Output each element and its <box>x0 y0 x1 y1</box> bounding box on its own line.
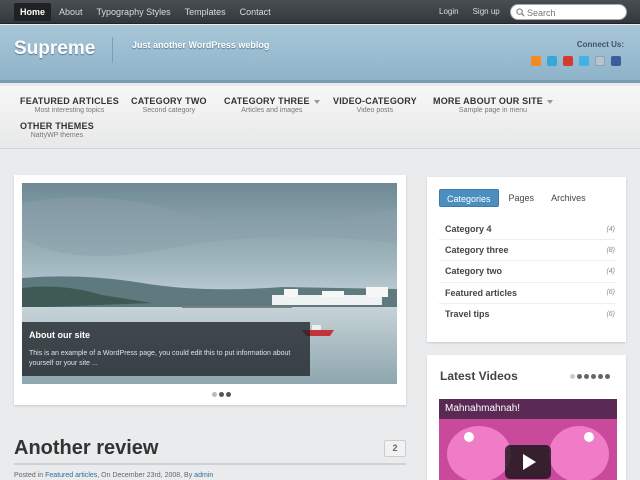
list-item[interactable]: Featured articles (6) <box>439 283 615 304</box>
chevron-down-icon <box>546 99 553 104</box>
email-icon[interactable] <box>595 56 605 66</box>
list-item[interactable]: Category three (8) <box>439 240 615 262</box>
video-title-bar: Mahnahmahnah! <box>439 399 617 419</box>
video-pager-dot[interactable] <box>570 374 575 379</box>
nav-item-subtitle: Video posts <box>356 107 394 114</box>
list-item[interactable]: Category two (4) <box>439 261 615 283</box>
category-name: Category two <box>445 266 503 277</box>
top-nav: Home About Typography Styles Templates C… <box>14 3 279 21</box>
latest-videos-widget: Latest Videos Mahnahmahnah! <box>427 355 626 480</box>
category-count: (4) <box>606 225 615 233</box>
post-author-link[interactable]: admin <box>194 472 213 479</box>
video-title[interactable]: Mahnahmahnah! <box>445 403 520 414</box>
video-pager-dot[interactable] <box>577 374 582 379</box>
search-box <box>510 4 627 20</box>
nav-item-subtitle: Most interesting topics <box>34 107 105 114</box>
category-name: Travel tips <box>445 309 490 320</box>
category-count: (6) <box>606 310 615 318</box>
nav-item-subtitle: NattyWP themes <box>30 132 84 139</box>
top-nav-templates[interactable]: Templates <box>179 3 232 21</box>
nav-item-subtitle: Second category <box>142 107 196 114</box>
search-icon <box>516 8 525 17</box>
post-title[interactable]: Another review <box>14 437 158 460</box>
tab-archives[interactable]: Archives <box>544 189 593 207</box>
top-bar: Home About Typography Styles Templates C… <box>0 0 640 24</box>
top-nav-contact[interactable]: Contact <box>234 3 277 21</box>
tab-pages[interactable]: Pages <box>502 189 542 207</box>
header-divider <box>112 37 113 63</box>
list-item[interactable]: Category 4 (4) <box>439 219 615 241</box>
tab-categories[interactable]: Categories <box>439 189 499 207</box>
nav-item-title: CATEGORY THREE <box>224 96 310 106</box>
nav-item-title: CATEGORY TWO <box>131 96 207 106</box>
nav-item-subtitle: Articles and images <box>241 107 303 114</box>
nav-item-title: MORE ABOUT OUR SITE <box>433 96 543 106</box>
nav-item-title: VIDEO-CATEGORY <box>333 96 417 106</box>
widget-tabs: Categories Pages Archives <box>439 189 596 207</box>
caption-text: This is an example of a WordPress page, … <box>29 350 291 367</box>
nav-more-about-our-site[interactable]: MORE ABOUT OUR SITE Sample page in menu <box>433 96 553 114</box>
nav-item-subtitle: Sample page in menu <box>458 107 528 114</box>
post-meta-prefix: Posted in <box>14 472 44 479</box>
nav-video-category[interactable]: VIDEO-CATEGORY Video posts <box>333 96 417 114</box>
post-category-link[interactable]: Featured articles <box>45 472 97 479</box>
youtube-icon[interactable] <box>563 56 573 66</box>
video-pager-dot[interactable] <box>598 374 603 379</box>
account-links: Login Sign up <box>432 3 507 21</box>
nav-featured-articles[interactable]: FEATURED ARTICLES Most interesting topic… <box>20 96 119 114</box>
category-count: (4) <box>606 267 615 275</box>
video-pager-dot[interactable] <box>591 374 596 379</box>
post-divider <box>14 463 406 465</box>
chevron-down-icon <box>313 99 320 104</box>
comment-count-badge[interactable]: 2 <box>384 440 406 457</box>
post-meta-date: , On December 23rd, 2008, By <box>97 472 193 479</box>
signup-link[interactable]: Sign up <box>466 3 507 21</box>
connect-label: Connect Us: <box>576 40 624 49</box>
video-player[interactable]: Mahnahmahnah! <box>439 399 617 480</box>
category-count: (8) <box>606 246 615 254</box>
category-name: Category 4 <box>445 224 492 235</box>
sidebar-tabs-widget: Categories Pages Archives Category 4 (4)… <box>427 177 626 342</box>
caption-title[interactable]: About our site <box>29 330 303 340</box>
search-input[interactable] <box>527 6 623 19</box>
slider-dot[interactable] <box>212 392 217 397</box>
slider-dot-active[interactable] <box>219 392 224 397</box>
site-header: Supreme Just another WordPress weblog Co… <box>0 25 640 83</box>
nav-item-title: FEATURED ARTICLES <box>20 96 119 106</box>
top-nav-home[interactable]: Home <box>14 3 52 21</box>
category-name: Featured articles <box>445 287 518 298</box>
category-count: (6) <box>606 289 615 297</box>
nav-category-two[interactable]: CATEGORY TWO Second category <box>131 96 207 114</box>
post-meta: Posted in Featured articles, On December… <box>14 472 213 479</box>
list-item[interactable]: Travel tips (6) <box>439 304 615 325</box>
slide-caption: About our site This is an example of a W… <box>22 322 310 376</box>
slider-dot[interactable] <box>226 392 231 397</box>
social-icons <box>531 56 627 66</box>
video-pager-dot[interactable] <box>605 374 610 379</box>
video-pager <box>570 374 612 379</box>
login-link[interactable]: Login <box>432 3 466 21</box>
site-tagline: Just another WordPress weblog <box>132 40 270 50</box>
nav-other-themes[interactable]: OTHER THEMES NattyWP themes <box>20 121 94 139</box>
widget-title: Latest Videos <box>440 369 518 383</box>
category-list: Category 4 (4) Category three (8) Catego… <box>439 219 615 325</box>
rss-icon[interactable] <box>531 56 541 66</box>
category-name: Category three <box>445 245 509 256</box>
play-icon[interactable] <box>505 445 551 479</box>
featured-slider: About our site This is an example of a W… <box>14 175 406 405</box>
nav-item-title: OTHER THEMES <box>20 121 94 131</box>
top-nav-about[interactable]: About <box>53 3 89 21</box>
nav-category-three[interactable]: CATEGORY THREE Articles and images <box>224 96 320 114</box>
top-nav-typography-styles[interactable]: Typography Styles <box>91 3 177 21</box>
vimeo-icon[interactable] <box>547 56 557 66</box>
twitter-icon[interactable] <box>579 56 589 66</box>
video-pager-dot[interactable] <box>584 374 589 379</box>
site-logo[interactable]: Supreme <box>14 38 95 60</box>
slider-dots <box>212 392 233 397</box>
main-nav: FEATURED ARTICLES Most interesting topic… <box>0 86 640 149</box>
facebook-icon[interactable] <box>611 56 621 66</box>
